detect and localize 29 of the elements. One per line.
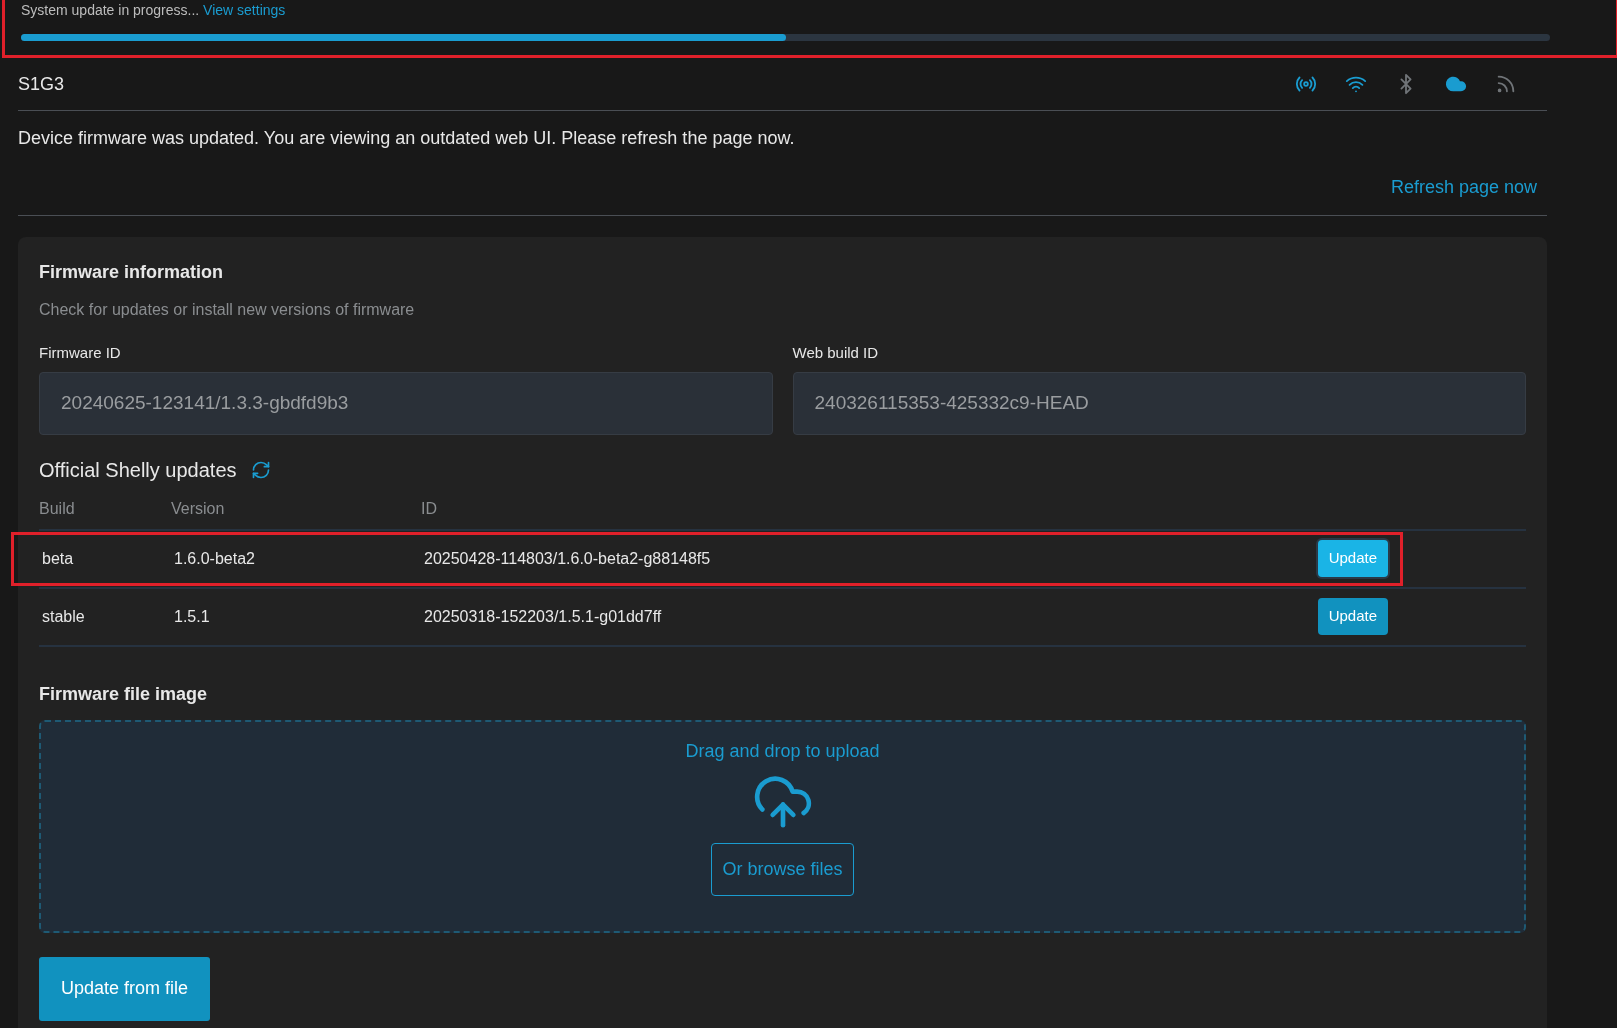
table-cell-text: 20250428-114803/1.6.0-beta2-g88148f5: [424, 548, 712, 569]
dropzone[interactable]: Drag and drop to upload Or browse files: [39, 719, 1526, 933]
firmware-notice: Device firmware was updated. You are viewing an outdated web UI. Please refresh the page now.: [18, 127, 796, 150]
section-title: Official Shelly updates: [39, 457, 237, 483]
card-subtitle: Check for updates or install new versions of firmware: [39, 300, 416, 320]
readonly-field[interactable]: 240326115353-425332c9-HEAD: [792, 371, 1526, 435]
refresh-page-link[interactable]: Refresh page now: [1390, 174, 1537, 201]
update-button[interactable]: Update: [1317, 598, 1388, 635]
update-from-file-button[interactable]: Update from file: [39, 956, 211, 1021]
field-label: Firmware ID: [39, 343, 122, 363]
update-button[interactable]: Update: [1317, 540, 1388, 577]
device-name: S1G3: [18, 72, 65, 96]
table-cell-text: beta: [42, 548, 75, 569]
table-cell-text: 20250318-152203/1.5.1-g01dd7ff: [424, 606, 663, 627]
section-title: Firmware file image: [39, 682, 209, 706]
field-label: Web build ID: [792, 343, 880, 363]
view-settings-link[interactable]: View settings: [203, 2, 286, 18]
status-text: System update in progress...: [21, 2, 200, 18]
dropzone-text: Drag and drop to upload: [685, 739, 880, 763]
column-header: ID: [421, 498, 437, 519]
table-cell-text: 1.6.0-beta2: [174, 548, 256, 569]
table-cell-text: stable: [42, 606, 86, 627]
card-title: Firmware information: [39, 261, 225, 284]
readonly-field[interactable]: 20240625-123141/1.3.3-gbdfd9b3: [39, 371, 773, 435]
column-header: Version: [171, 498, 226, 519]
browse-files-button[interactable]: Or browse files: [711, 842, 854, 896]
column-header: Build: [39, 498, 76, 519]
table-cell-text: 1.5.1: [174, 606, 211, 627]
refresh-icon[interactable]: [250, 459, 271, 480]
